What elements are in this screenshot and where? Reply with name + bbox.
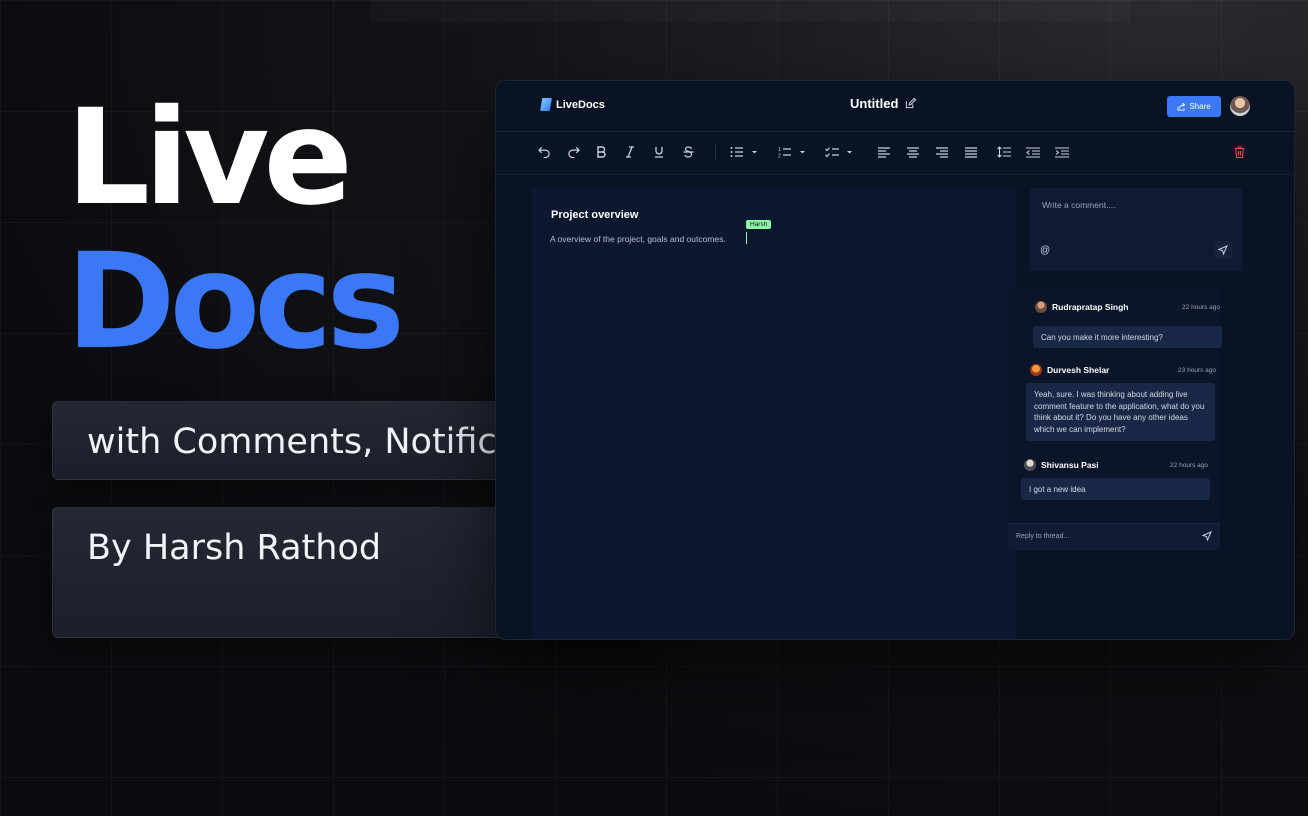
document-title[interactable]: Untitled [850,96,917,111]
share-label: Share [1189,102,1211,111]
bullet-list-icon[interactable] [729,143,761,161]
indent-icon[interactable] [1054,143,1070,161]
numbered-list-icon[interactable]: 12 [777,143,809,161]
edit-icon[interactable] [905,98,917,109]
avatar [1030,364,1042,376]
thumbnail-canvas: Live Docs with Comments, Notifications B… [0,0,1308,816]
logo-icon [540,98,552,111]
comment-text: I got a new idea [1021,478,1210,500]
avatar [1035,301,1047,313]
strikethrough-icon[interactable] [680,143,696,161]
comment-header: Rudrapratap Singh 22 hours ago [1035,300,1220,314]
hero-title-docs: Docs [66,225,405,379]
collaborator-caret [746,232,747,244]
comment-text: Can you make it more interesting? [1033,326,1222,348]
share-button[interactable]: Share [1167,96,1221,117]
mention-icon[interactable]: @ [1040,245,1050,256]
comment-header: Durvesh Shelar 23 hours ago [1030,363,1216,377]
comment-time: 23 hours ago [1178,366,1216,374]
logo-text: LiveDocs [556,98,605,111]
trash-icon[interactable] [1232,143,1246,161]
comment-author: Rudrapratap Singh [1052,302,1129,312]
hero-title-live: Live [66,81,353,235]
svg-text:2: 2 [778,154,781,159]
editor-heading[interactable]: Project overview [551,209,638,221]
send-reply-icon[interactable] [1202,531,1212,541]
svg-text:1: 1 [778,147,781,153]
editor-area[interactable]: Project overview A overview of the proje… [532,188,1016,639]
align-right-icon[interactable] [935,143,949,161]
author-text: By Harsh Rathod [87,528,382,568]
share-icon [1177,102,1186,111]
italic-icon[interactable] [622,143,638,161]
app-logo[interactable]: LiveDocs [540,98,605,111]
line-height-icon[interactable] [996,143,1012,161]
outdent-icon[interactable] [1025,143,1041,161]
align-justify-icon[interactable] [964,143,978,161]
avatar [1024,459,1036,471]
collaborator-name-tag: Harsh [746,220,772,229]
toolbar-divider [715,145,716,159]
comment-text: Yeah, sure. I was thinking about adding … [1026,383,1215,441]
comment-thread: Rudrapratap Singh 22 hours ago Can you m… [1008,287,1222,549]
app-window: LiveDocs Untitled Share 1 2 Project over… [495,80,1295,640]
top-highlight [370,0,1130,22]
undo-icon[interactable] [536,143,552,161]
send-icon [1218,245,1228,255]
reply-composer[interactable]: Reply to thread... [1008,523,1220,550]
comment-author: Shivansu Pasi [1041,460,1099,470]
formatting-toolbar [496,132,1294,175]
comment-input[interactable]: Write a comment.... [1042,200,1116,210]
app-header: LiveDocs Untitled Share [496,81,1294,132]
align-center-icon[interactable] [906,143,920,161]
comment-time: 22 hours ago [1182,303,1220,311]
send-comment-button[interactable] [1214,241,1232,259]
reply-input[interactable]: Reply to thread... [1016,533,1069,540]
underline-icon[interactable] [651,143,667,161]
comment-composer[interactable]: Write a comment.... @ [1030,188,1242,271]
document-title-text: Untitled [850,96,899,111]
redo-icon[interactable] [565,143,581,161]
comment-time: 22 hours ago [1170,461,1208,469]
align-left-icon[interactable] [877,143,891,161]
comment-header: Shivansu Pasi 22 hours ago [1024,458,1208,472]
bold-icon[interactable] [593,143,609,161]
checklist-icon[interactable] [824,143,856,161]
editor-paragraph[interactable]: A overview of the project, goals and out… [550,234,726,244]
user-avatar[interactable] [1230,96,1250,116]
comment-author: Durvesh Shelar [1047,365,1110,375]
